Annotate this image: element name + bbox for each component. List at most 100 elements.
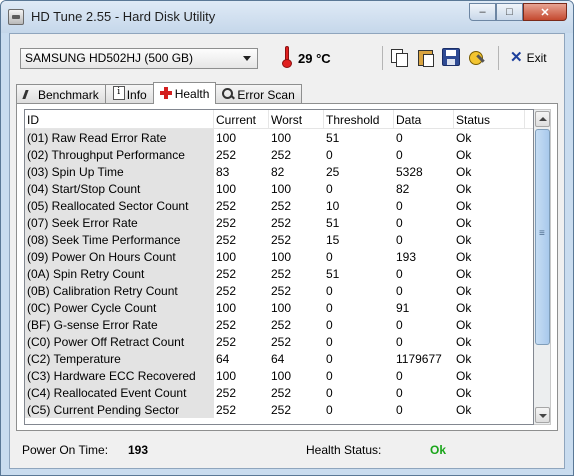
exit-button[interactable]: ✕ Exit: [510, 50, 547, 65]
status-value-cell: Ok: [456, 335, 472, 349]
minimize-button[interactable]: –: [469, 3, 496, 21]
column-header-current[interactable]: Current: [214, 110, 269, 128]
vertical-scrollbar[interactable]: [534, 109, 551, 425]
current-value-cell: 100: [216, 301, 237, 315]
attribute-id-cell: (C2) Temperature: [25, 350, 214, 367]
table-row[interactable]: (01) Raw Read Error Rate 100 100 51 0 Ok: [25, 129, 533, 146]
worst-value-cell: 252: [271, 233, 292, 247]
tab-strip: Benchmark Info Health Error Scan: [16, 82, 302, 104]
table-row[interactable]: (C0) Power Off Retract Count 252 252 0 0 Ok: [25, 333, 533, 350]
column-header-status[interactable]: Status: [454, 110, 525, 128]
tab-label: Info: [126, 88, 147, 102]
worst-value-cell: 252: [271, 148, 292, 162]
worst-value-cell: 252: [271, 403, 292, 417]
table-row[interactable]: (C2) Temperature 64 64 0 1179677 Ok: [25, 350, 533, 367]
save-icon[interactable]: [442, 48, 460, 66]
table-row[interactable]: (05) Reallocated Sector Count 252 252 10 0 Ok: [25, 197, 533, 214]
table-row[interactable]: (0C) Power Cycle Count 100 100 0 91 Ok: [25, 299, 533, 316]
column-header-threshold[interactable]: Threshold: [324, 110, 394, 128]
threshold-value-cell: 51: [326, 131, 340, 145]
column-header-data[interactable]: Data: [394, 110, 454, 128]
status-value-cell: Ok: [456, 250, 472, 264]
status-value-cell: Ok: [456, 199, 472, 213]
table-row[interactable]: (07) Seek Error Rate 252 252 51 0 Ok: [25, 214, 533, 231]
threshold-value-cell: 0: [326, 352, 333, 366]
scroll-thumb[interactable]: [535, 129, 550, 345]
attribute-id-cell: (08) Seek Time Performance: [25, 231, 214, 248]
table-row[interactable]: (C5) Current Pending Sector 252 252 0 0 Ok: [25, 401, 533, 418]
threshold-value-cell: 0: [326, 284, 333, 298]
table-row[interactable]: (03) Spin Up Time 83 82 25 5328 Ok: [25, 163, 533, 180]
current-value-cell: 100: [216, 131, 237, 145]
table-row[interactable]: (BF) G-sense Error Rate 252 252 0 0 Ok: [25, 316, 533, 333]
table-row[interactable]: (0A) Spin Retry Count 252 252 51 0 Ok: [25, 265, 533, 282]
attribute-id-cell: (0A) Spin Retry Count: [25, 265, 214, 282]
current-value-cell: 252: [216, 216, 237, 230]
tab-benchmark[interactable]: Benchmark: [16, 84, 106, 104]
attribute-id-cell: (07) Seek Error Rate: [25, 214, 214, 231]
scroll-up-button[interactable]: [535, 111, 550, 127]
data-value-cell: 0: [396, 369, 403, 383]
power-on-time-value: 193: [128, 443, 149, 457]
tab-error-scan[interactable]: Error Scan: [215, 84, 302, 104]
attribute-id-cell: (04) Start/Stop Count: [25, 180, 214, 197]
current-value-cell: 252: [216, 148, 237, 162]
worst-value-cell: 252: [271, 216, 292, 230]
title-bar[interactable]: HD Tune 2.55 - Hard Disk Utility – □ ✕: [1, 1, 573, 33]
table-row[interactable]: (C4) Reallocated Event Count 252 252 0 0 Ok: [25, 384, 533, 401]
copy-screenshot-icon[interactable]: [416, 48, 434, 67]
data-value-cell: 0: [396, 335, 403, 349]
attribute-id-cell: (09) Power On Hours Count: [25, 248, 214, 265]
tab-health[interactable]: Health: [152, 82, 217, 104]
data-value-cell: 0: [396, 216, 403, 230]
data-value-cell: 1179677: [396, 352, 442, 366]
maximize-button[interactable]: □: [496, 3, 523, 21]
status-value-cell: Ok: [456, 403, 472, 417]
threshold-value-cell: 0: [326, 301, 333, 315]
table-row[interactable]: (0B) Calibration Retry Count 252 252 0 0 Ok: [25, 282, 533, 299]
attribute-id-cell: (01) Raw Read Error Rate: [25, 129, 214, 146]
data-value-cell: 0: [396, 284, 403, 298]
attribute-id-cell: (C4) Reallocated Event Count: [25, 384, 214, 401]
threshold-value-cell: 0: [326, 182, 333, 196]
exit-label: Exit: [526, 50, 547, 65]
health-cross-icon: [159, 87, 172, 99]
temperature-readout: 29 °C: [298, 51, 331, 66]
drive-dropdown-value: SAMSUNG HD502HJ (500 GB): [25, 51, 194, 65]
data-value-cell: 0: [396, 233, 403, 247]
attribute-id-cell: (C3) Hardware ECC Recovered: [25, 367, 214, 384]
current-value-cell: 83: [216, 165, 230, 179]
threshold-value-cell: 51: [326, 267, 340, 281]
scroll-down-button[interactable]: [535, 407, 550, 423]
current-value-cell: 252: [216, 284, 237, 298]
copy-text-icon[interactable]: [390, 48, 408, 67]
toolbar: SAMSUNG HD502HJ (500 GB) 29 °C ✕ Exit: [10, 34, 564, 80]
magnifier-icon: [222, 88, 234, 100]
table-row[interactable]: (C3) Hardware ECC Recovered 100 100 0 0 Ok: [25, 367, 533, 384]
status-value-cell: Ok: [456, 233, 472, 247]
table-row[interactable]: (09) Power On Hours Count 100 100 0 193 Ok: [25, 248, 533, 265]
power-on-time-label: Power On Time:: [22, 443, 109, 457]
options-icon[interactable]: [468, 48, 486, 66]
smart-table: ID Current Worst Threshold Data Status (…: [24, 109, 534, 425]
tab-info[interactable]: Info: [104, 84, 154, 104]
data-value-cell: 91: [396, 301, 410, 315]
health-panel: ID Current Worst Threshold Data Status (…: [16, 103, 558, 431]
current-value-cell: 252: [216, 386, 237, 400]
worst-value-cell: 100: [271, 131, 292, 145]
close-button[interactable]: ✕: [523, 3, 567, 21]
status-value-cell: Ok: [456, 301, 472, 315]
column-header-worst[interactable]: Worst: [269, 110, 324, 128]
drive-dropdown[interactable]: SAMSUNG HD502HJ (500 GB): [20, 48, 258, 69]
current-value-cell: 252: [216, 403, 237, 417]
column-header-id[interactable]: ID: [25, 110, 214, 128]
health-status-value: Ok: [430, 443, 447, 457]
status-value-cell: Ok: [456, 352, 472, 366]
table-row[interactable]: (04) Start/Stop Count 100 100 0 82 Ok: [25, 180, 533, 197]
data-value-cell: 0: [396, 318, 403, 332]
threshold-value-cell: 0: [326, 148, 333, 162]
data-value-cell: 5328: [396, 165, 423, 179]
table-row[interactable]: (02) Throughput Performance 252 252 0 0 Ok: [25, 146, 533, 163]
table-row[interactable]: (08) Seek Time Performance 252 252 15 0 Ok: [25, 231, 533, 248]
info-icon: [112, 86, 125, 100]
